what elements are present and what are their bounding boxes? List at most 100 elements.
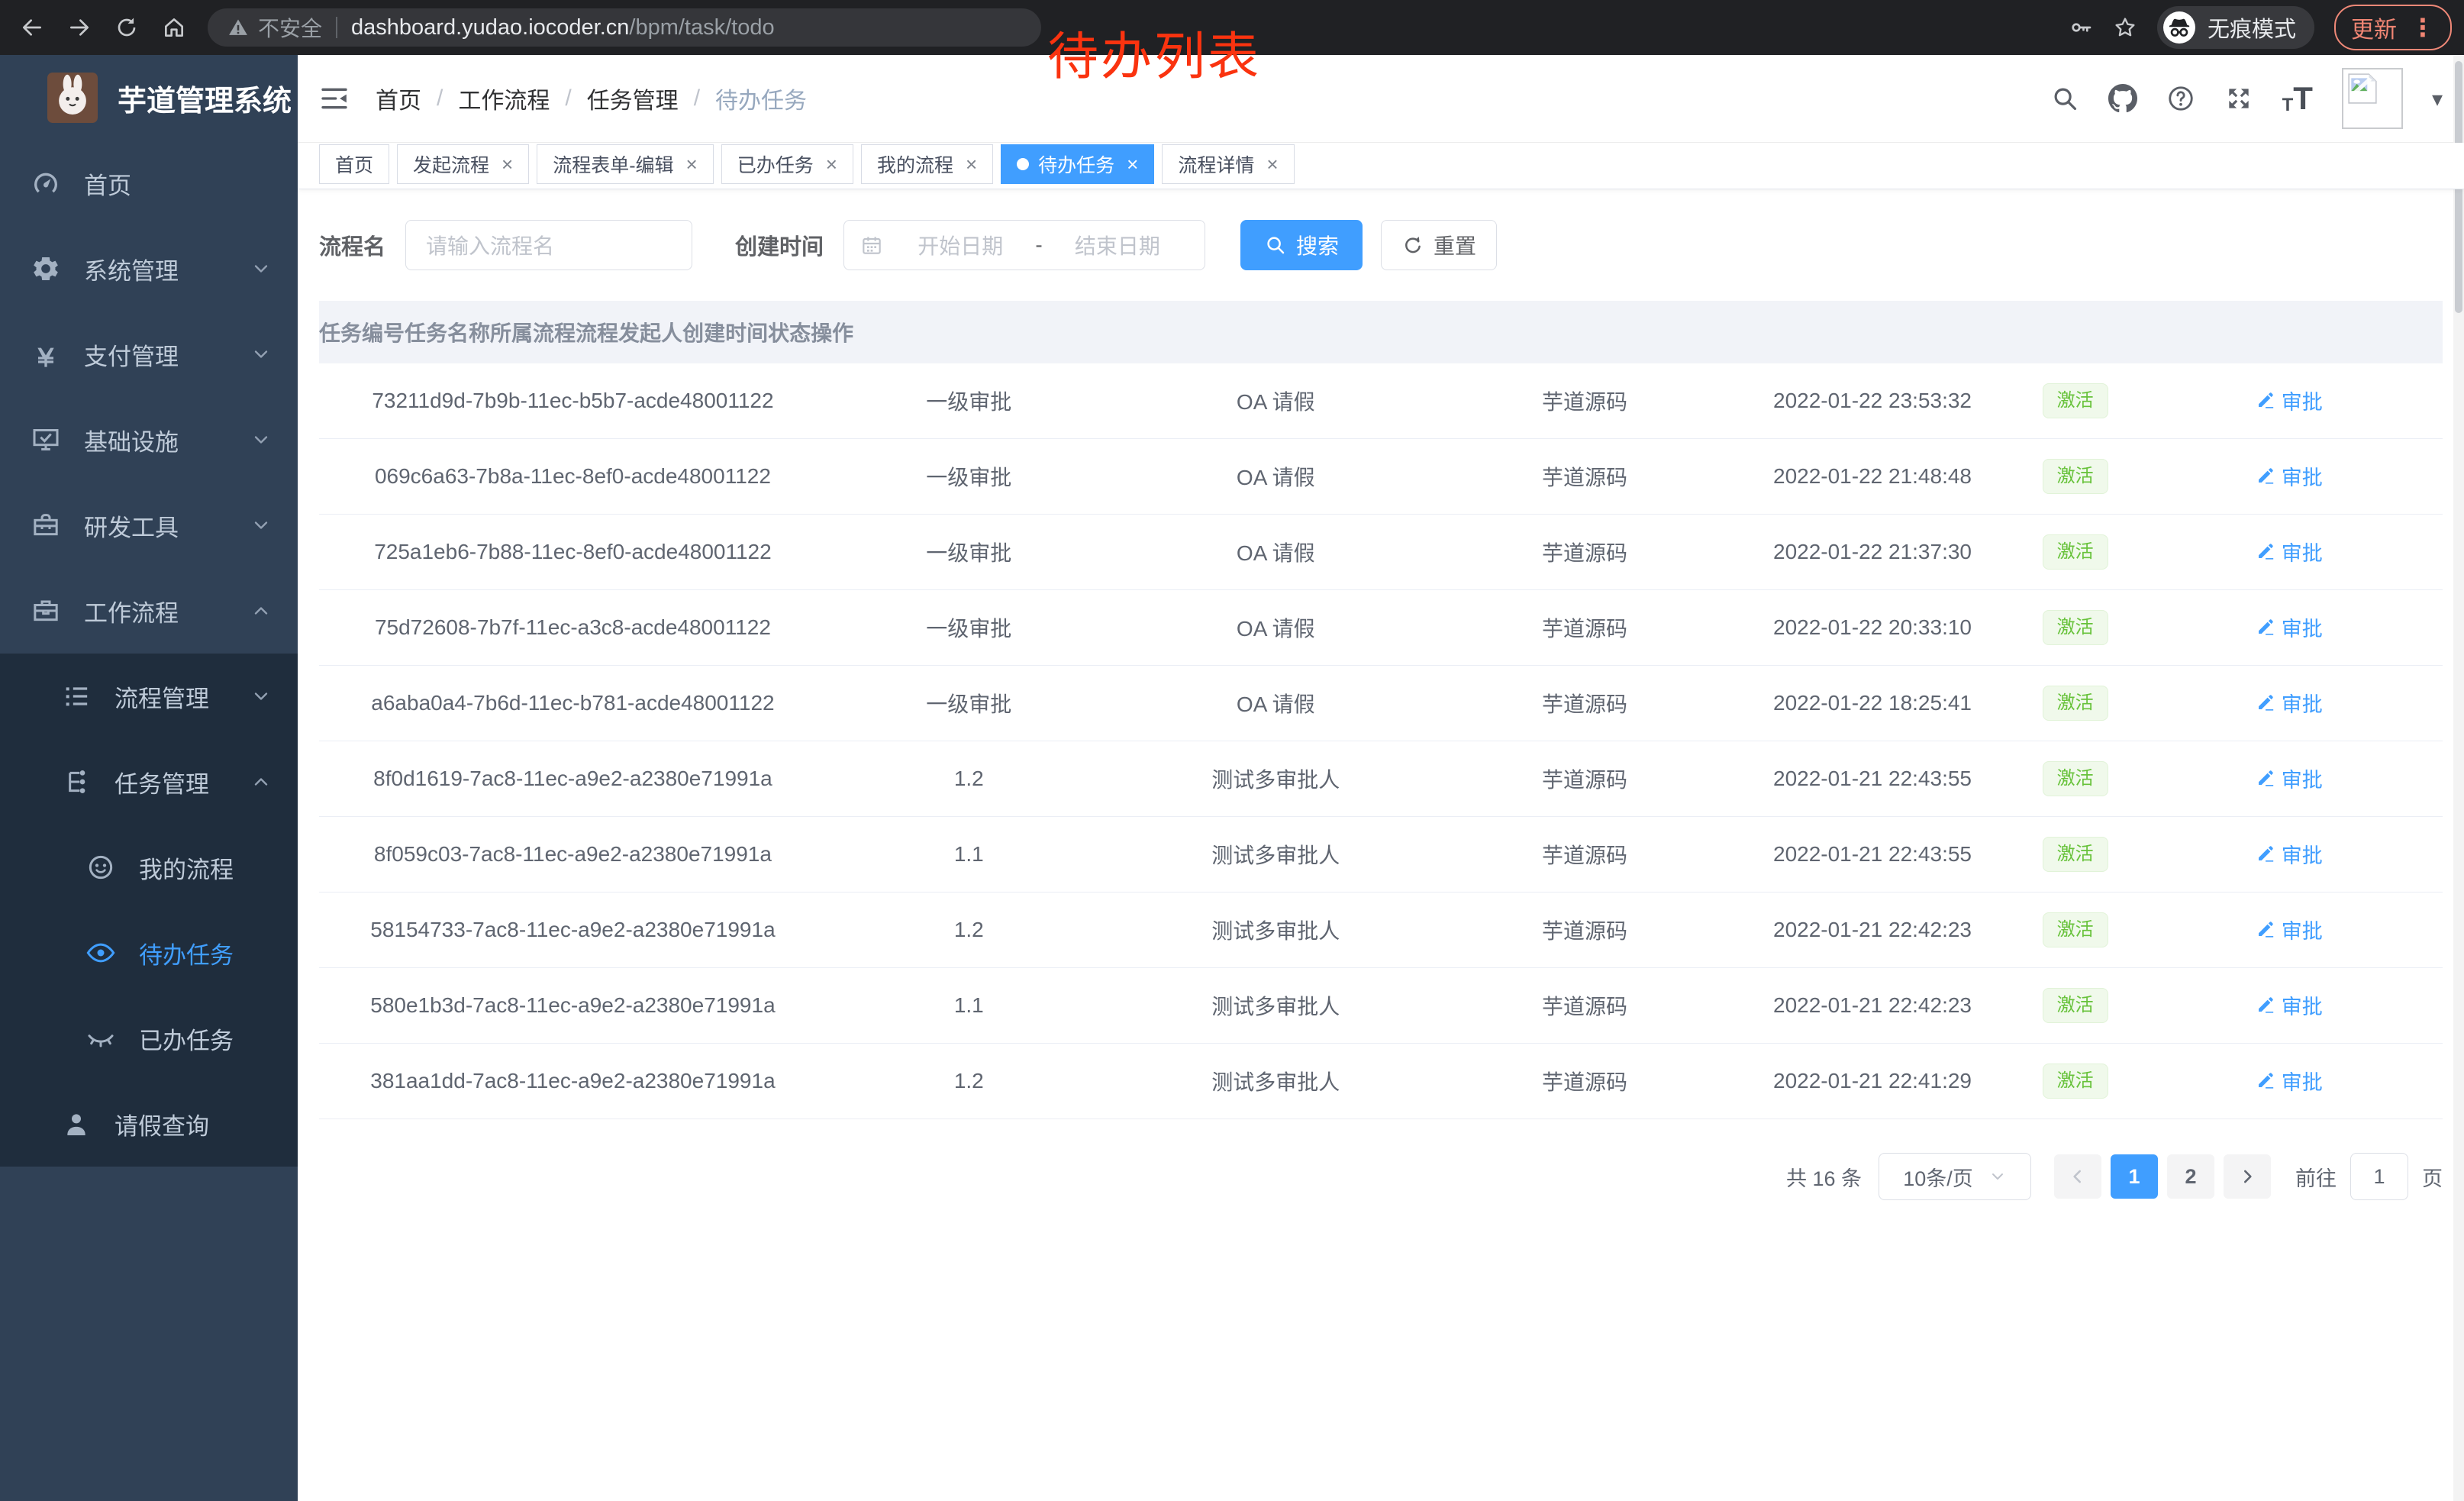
sidebar-item[interactable]: 请假查询 (0, 1081, 298, 1167)
close-icon[interactable]: × (826, 154, 837, 174)
incognito-icon (2163, 11, 2195, 44)
font-size-icon[interactable]: TT (2282, 82, 2313, 115)
sidebar-item[interactable]: 我的流程 (0, 825, 298, 910)
search-button[interactable]: 搜索 (1240, 220, 1363, 270)
process-name-input[interactable]: 请输入流程名 (405, 220, 692, 270)
close-icon[interactable]: × (966, 154, 977, 174)
forward-icon[interactable] (60, 8, 99, 47)
logo-row[interactable]: 芋道管理系统 (0, 55, 298, 140)
tab[interactable]: 发起流程 × (397, 144, 529, 184)
search-icon[interactable] (2050, 84, 2079, 113)
cell-task-name: 1.2 (827, 918, 1111, 942)
breadcrumb-item[interactable]: 待办任务 (715, 82, 807, 115)
status-badge: 激活 (2043, 988, 2108, 1024)
annotation-overlay-title: 待办列表 (1047, 15, 1261, 89)
menu-kebab-icon[interactable]: ⋮ (2411, 15, 2435, 40)
tab[interactable]: 流程表单-编辑 × (537, 144, 714, 184)
back-icon[interactable] (12, 8, 52, 47)
breadcrumb-separator: / (437, 86, 443, 111)
sidebar-item[interactable]: 研发工具 (0, 483, 298, 568)
screen: 不安全 dashboard.yudao.iocoder.cn/bpm/task/… (0, 0, 2464, 1501)
sidebar-item[interactable]: 支付管理 (0, 311, 298, 397)
tab[interactable]: 已办任务 × (721, 144, 853, 184)
breadcrumb-separator: / (565, 86, 571, 111)
approve-link[interactable]: 审批 (2255, 537, 2323, 567)
approve-link[interactable]: 审批 (2255, 990, 2323, 1020)
cell-process: 测试多审批人 (1111, 990, 1440, 1021)
home-icon[interactable] (154, 8, 194, 47)
help-icon[interactable] (2166, 84, 2195, 113)
tab[interactable]: 流程详情 × (1162, 144, 1294, 184)
sidebar-item[interactable]: 任务管理 (0, 739, 298, 825)
process-name-label: 流程名 (319, 229, 385, 261)
sidebar-fold-icon[interactable] (319, 83, 350, 114)
sidebar-item[interactable]: 基础设施 (0, 397, 298, 483)
sidebar-item[interactable]: 工作流程 (0, 568, 298, 654)
password-key-icon[interactable] (2069, 15, 2093, 40)
sidebar-item[interactable]: 系统管理 (0, 226, 298, 311)
cell-task-name: 一级审批 (827, 612, 1111, 643)
not-secure-icon (227, 17, 249, 38)
breadcrumb-item[interactable]: 任务管理 (587, 82, 679, 115)
page-size-select[interactable]: 10条/页 (1879, 1153, 2031, 1200)
chevron-icon (250, 686, 272, 707)
sidebar-item-label: 任务管理 (114, 765, 209, 799)
cell-task-id: a6aba0a4-7b6d-11ec-b781-acde48001122 (319, 691, 827, 715)
select-chevron-icon (1988, 1167, 2007, 1186)
sidebar-item[interactable]: 流程管理 (0, 654, 298, 739)
next-page-button[interactable] (2224, 1154, 2271, 1199)
scrollbar-track[interactable] (2453, 55, 2464, 1501)
approve-link[interactable]: 审批 (2255, 386, 2323, 415)
approve-link[interactable]: 审批 (2255, 1066, 2323, 1096)
breadcrumb-item[interactable]: 首页 (376, 82, 421, 115)
date-range-picker[interactable]: 开始日期 - 结束日期 (843, 220, 1205, 270)
approve-link[interactable]: 审批 (2255, 915, 2323, 944)
close-icon[interactable]: × (502, 154, 513, 174)
cell-starter: 芋道源码 (1440, 990, 1729, 1021)
bookmark-star-icon[interactable] (2113, 15, 2137, 40)
cell-created-time: 2022-01-22 18:25:41 (1729, 691, 2016, 715)
table-row: 580e1b3d-7ac8-11ec-a9e2-a2380e71991a 1.1… (319, 968, 2443, 1044)
tab[interactable]: 首页 (319, 144, 389, 184)
breadcrumb-item[interactable]: 工作流程 (458, 82, 550, 115)
address-bar[interactable]: 不安全 dashboard.yudao.iocoder.cn/bpm/task/… (208, 8, 1041, 47)
chevron-icon (250, 515, 272, 536)
table-row: 73211d9d-7b9b-11ec-b5b7-acde48001122 一级审… (319, 363, 2443, 439)
reset-button[interactable]: 重置 (1381, 220, 1497, 270)
navbar: 首页 / 工作流程 / 任务管理 / (298, 55, 2464, 143)
goto-page-input[interactable]: 1 (2350, 1153, 2408, 1200)
approve-link[interactable]: 审批 (2255, 839, 2323, 869)
approve-link[interactable]: 审批 (2255, 461, 2323, 491)
page-button[interactable]: 2 (2167, 1154, 2214, 1199)
close-icon[interactable]: × (1127, 154, 1138, 174)
tab[interactable]: 我的流程 × (861, 144, 993, 184)
close-icon[interactable]: × (1266, 154, 1278, 174)
chevron-down-icon[interactable]: ▾ (2432, 86, 2443, 111)
reload-icon[interactable] (107, 8, 147, 47)
tab[interactable]: 待办任务 × (1001, 144, 1154, 184)
prev-page-button[interactable] (2054, 1154, 2101, 1199)
fullscreen-icon[interactable] (2224, 84, 2253, 113)
table-row: 75d72608-7b7f-11ec-a3c8-acde48001122 一级审… (319, 590, 2443, 666)
approve-link[interactable]: 审批 (2255, 763, 2323, 793)
sidebar-item[interactable]: 待办任务 (0, 910, 298, 996)
cell-task-name: 一级审批 (827, 688, 1111, 718)
start-date-placeholder: 开始日期 (889, 230, 1032, 260)
sidebar-item[interactable]: 已办任务 (0, 996, 298, 1081)
sidebar-item[interactable]: 首页 (0, 140, 298, 226)
page-button[interactable]: 1 (2111, 1154, 2158, 1199)
github-icon[interactable] (2108, 84, 2137, 113)
avatar[interactable] (2342, 68, 2403, 129)
tab-label: 首页 (335, 150, 373, 178)
reset-button-label: 重置 (1434, 230, 1476, 260)
goto-page: 前往 1 页 (2295, 1153, 2443, 1200)
table-row: 8f059c03-7ac8-11ec-a9e2-a2380e71991a 1.1… (319, 817, 2443, 893)
breadcrumb: 首页 / 工作流程 / 任务管理 / (376, 82, 807, 115)
close-icon[interactable]: × (686, 154, 698, 174)
sidebar-item-label: 支付管理 (84, 337, 179, 372)
approve-link[interactable]: 审批 (2255, 688, 2323, 718)
chevron-icon (250, 344, 272, 365)
status-badge: 激活 (2043, 1064, 2108, 1099)
approve-link[interactable]: 审批 (2255, 612, 2323, 642)
update-button[interactable]: 更新 ⋮ (2334, 5, 2452, 50)
